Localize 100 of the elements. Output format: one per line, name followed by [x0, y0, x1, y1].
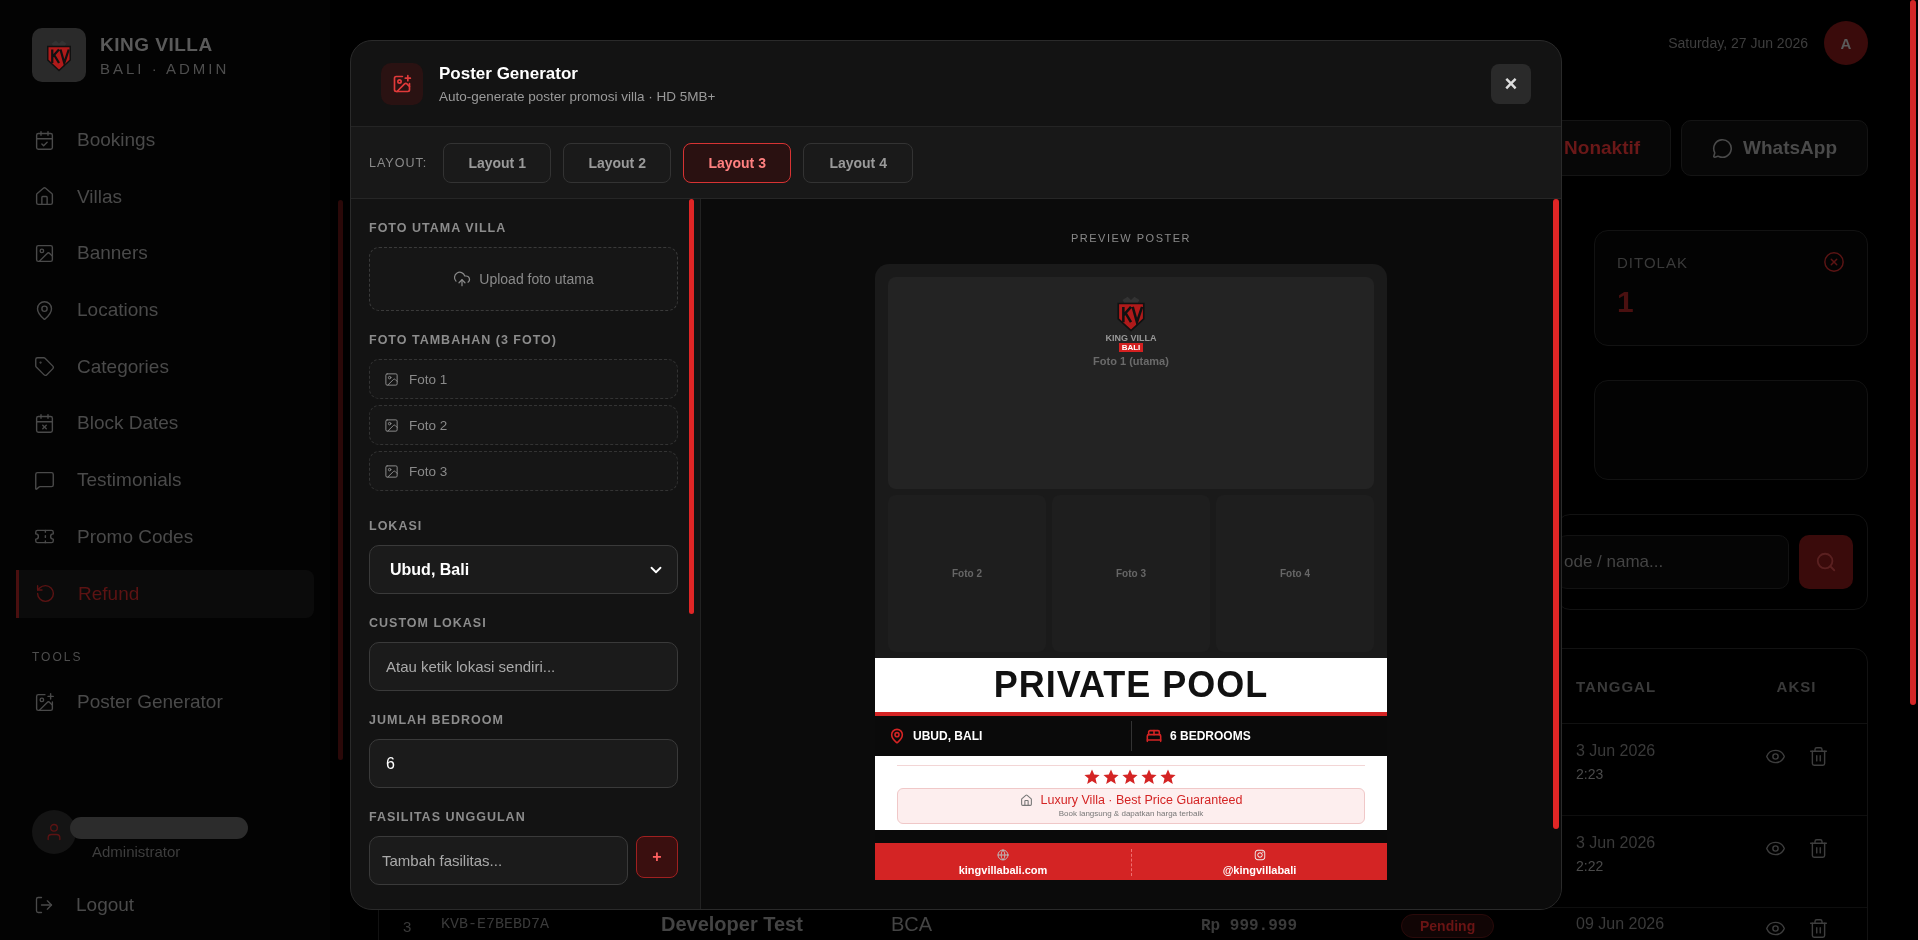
upload-dropzone[interactable]: Upload foto utama	[369, 247, 678, 311]
row-number: 3	[403, 918, 412, 935]
nav-icon	[34, 299, 55, 321]
time-cell: 2:22	[1576, 858, 1604, 874]
nav-icon	[34, 412, 55, 434]
status-badge: Pending	[1401, 914, 1495, 938]
photo-label: Foto 4	[1280, 568, 1310, 579]
website-text: kingvillabali.com	[958, 864, 1048, 876]
scrollbar-thumb[interactable]	[1553, 199, 1559, 829]
name-cell: Developer Test	[661, 913, 803, 936]
image-icon	[384, 417, 399, 433]
search-button[interactable]	[1799, 535, 1853, 589]
time-cell: 2:23	[1576, 766, 1604, 782]
field-label: FOTO UTAMA VILLA	[369, 221, 508, 235]
date-text: Saturday, 27 Jun 2026	[1668, 35, 1808, 51]
nav-item[interactable]: Bookings	[16, 116, 314, 164]
nav-icon	[34, 469, 55, 491]
image-plus-icon	[381, 62, 423, 105]
nav-item[interactable]: Testimonials	[16, 456, 314, 505]
input-field[interactable]: Atau ketik lokasi sendiri...	[369, 642, 678, 691]
amount-cell: Rp 999.999	[1201, 917, 1297, 935]
nav-item[interactable]: Promo Codes	[16, 512, 314, 561]
image-icon	[384, 371, 399, 387]
bed-icon	[1146, 728, 1162, 744]
field-label: JUMLAH BEDROOM	[369, 713, 505, 727]
layout-tab[interactable]: Layout 4	[803, 142, 914, 183]
user-avatar[interactable]: A	[1824, 21, 1868, 65]
delete-icon[interactable]	[1807, 918, 1829, 939]
nav-item[interactable]: Categories	[16, 342, 314, 391]
layout-tab[interactable]: Layout 2	[563, 142, 672, 183]
photo-label: Foto 1 (utama)	[1093, 355, 1169, 368]
logo-badge: BALI	[1118, 343, 1144, 353]
user-role: Administrator	[92, 843, 182, 860]
dialog-title: Poster Generator	[439, 63, 579, 84]
nav-icon	[34, 356, 55, 378]
image-icon	[384, 463, 399, 479]
nav-item[interactable]: Refund	[16, 569, 314, 618]
bank-cell: BCA	[891, 913, 933, 936]
layout-tab[interactable]: Layout 3	[683, 142, 792, 183]
brand-tagline: BALI · ADMIN	[100, 59, 230, 77]
section-heading: TOOLS	[31, 650, 84, 665]
instagram-icon	[1253, 849, 1266, 861]
logout-link[interactable]: Logout	[16, 894, 314, 916]
image-plus-icon	[34, 691, 55, 713]
layout-tab[interactable]: Layout 1	[443, 142, 552, 183]
close-button[interactable]: ×	[1491, 63, 1531, 104]
bedrooms-text: 6 BEDROOMS	[1170, 729, 1251, 743]
nav-item[interactable]: Villas	[16, 172, 314, 221]
delete-icon[interactable]	[1807, 746, 1829, 767]
delete-icon[interactable]	[1807, 838, 1829, 859]
date-cell: 3 Jun 2026	[1576, 834, 1656, 852]
scrollbar-thumb[interactable]	[689, 199, 694, 614]
brand-name: KING VILLA	[100, 33, 214, 56]
dialog-subtitle: Auto-generate poster promosi villa · HD 5MB+	[439, 88, 716, 104]
photo-label: Foto 3	[1116, 568, 1146, 579]
house-icon	[1019, 793, 1033, 807]
preview-heading: PREVIEW POSTER	[1071, 232, 1191, 244]
scrollbar-thumb[interactable]	[338, 200, 343, 760]
photo-slot[interactable]: Foto 1	[369, 359, 678, 399]
nav-icon	[34, 186, 55, 208]
location-text: UBUD, BALI	[913, 729, 983, 743]
add-button[interactable]: +	[636, 836, 678, 878]
logo-text: KING VILLA	[1105, 333, 1157, 344]
field-label: FASILITAS UNGGULAN	[369, 810, 527, 824]
shield-logo-icon	[44, 38, 74, 72]
stat-value: 1	[1617, 285, 1635, 319]
photo-slot[interactable]: Foto 2	[369, 405, 678, 445]
input-field[interactable]: Tambah fasilitas...	[369, 836, 628, 885]
nav-icon	[34, 129, 55, 151]
nav-item[interactable]: Banners	[16, 229, 314, 278]
nav-icon	[34, 242, 55, 264]
column-header: AKSI	[1726, 649, 1867, 724]
field-label: FOTO TAMBAHAN (3 FOTO)	[369, 333, 558, 347]
search-icon	[1815, 551, 1837, 573]
tagline-text: Luxury Villa · Best Price Guaranteed	[1040, 793, 1243, 807]
field-label: CUSTOM LOKASI	[369, 616, 488, 630]
location-select[interactable]: Ubud, Bali	[369, 545, 678, 594]
whatsapp-button[interactable]: WhatsApp	[1681, 120, 1868, 176]
scrollbar-thumb[interactable]	[1910, 0, 1916, 705]
input-field[interactable]: 6	[369, 739, 678, 788]
logout-icon	[34, 895, 54, 915]
nav-item[interactable]: Poster Generator	[16, 678, 314, 727]
cloud-upload-icon	[453, 270, 472, 288]
poster-headline: PRIVATE POOL	[875, 658, 1387, 716]
close-circle-icon	[1823, 251, 1845, 273]
subline-text: Book langsung & dapatkan harga terbaik	[1058, 809, 1204, 818]
layout-label: LAYOUT:	[369, 155, 428, 170]
chat-bubble-icon	[1712, 137, 1734, 159]
pin-icon	[889, 728, 905, 744]
code-cell: KVB-E7BEBD7A	[441, 916, 550, 933]
photo-label: Foto 2	[952, 568, 982, 579]
field-label: LOKASI	[369, 519, 424, 533]
nav-icon	[35, 583, 56, 604]
shield-logo-icon	[1114, 295, 1148, 333]
nav-item[interactable]: Locations	[16, 286, 314, 335]
photo-slot[interactable]: Foto 3	[369, 451, 678, 491]
nav-item[interactable]: Block Dates	[16, 399, 314, 448]
date-cell: 3 Jun 2026	[1576, 742, 1656, 760]
globe-icon	[997, 849, 1009, 861]
instagram-text: @kingvillabali	[1222, 864, 1297, 876]
